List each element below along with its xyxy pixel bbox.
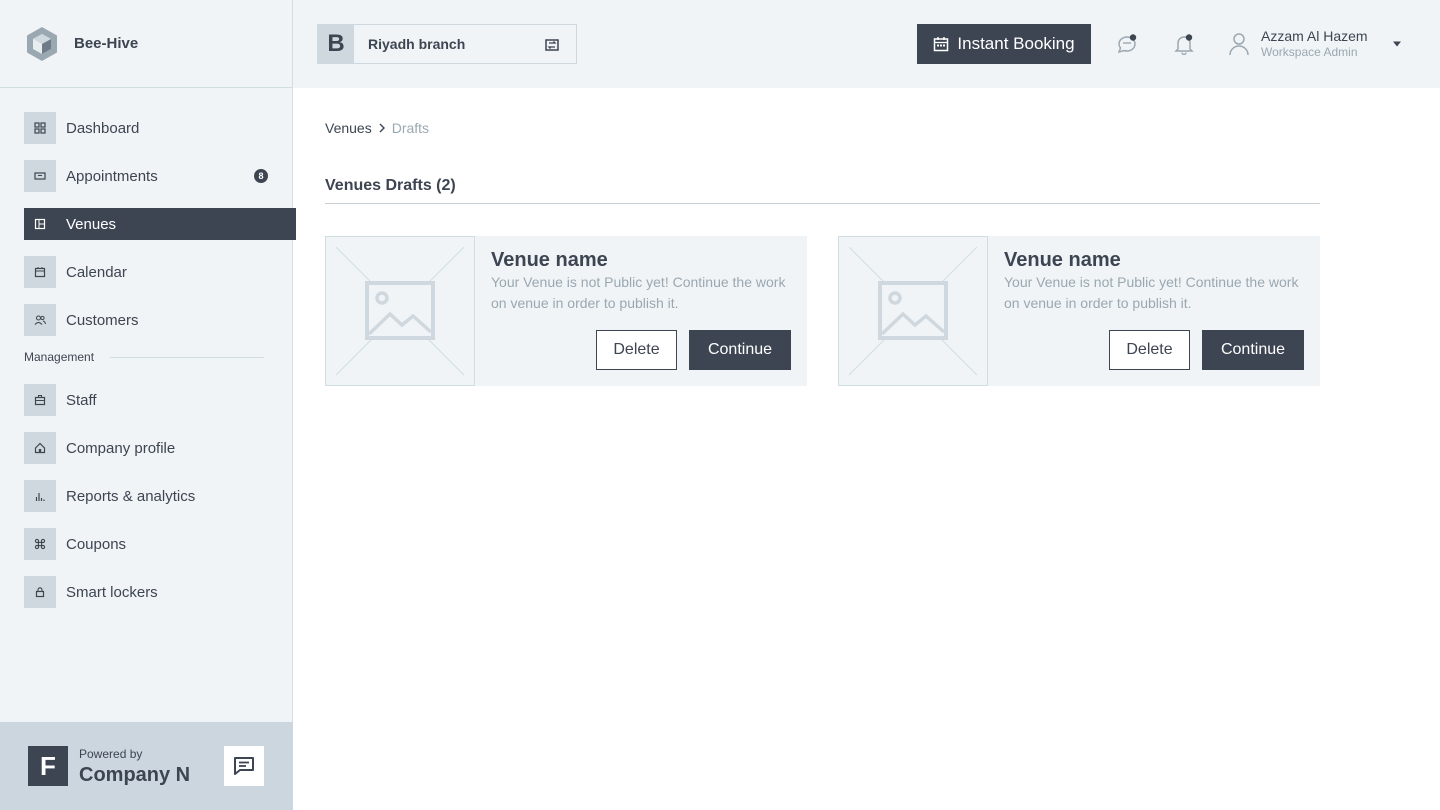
calendar-icon	[24, 256, 56, 288]
management-section-header: Management	[24, 348, 296, 366]
sidebar-nav: Dashboard Appointments 8 Venues Calendar	[24, 112, 296, 624]
grid-icon	[24, 112, 56, 144]
company-logo: F	[28, 746, 68, 786]
breadcrumb-current: Drafts	[391, 120, 430, 136]
notification-badge: 8	[254, 169, 268, 183]
brand-name: Bee-Hive	[74, 35, 139, 52]
chat-notification-icon[interactable]	[1116, 33, 1138, 55]
lock-icon	[24, 576, 56, 608]
delete-button[interactable]: Delete	[1109, 330, 1190, 370]
powered-by-footer: F Powered by Company N	[0, 722, 293, 810]
venue-image-placeholder	[325, 236, 475, 386]
section-label: Management	[24, 350, 95, 364]
image-placeholder-icon	[848, 246, 978, 376]
breadcrumb-venues-link[interactable]: Venues	[325, 120, 372, 136]
user-icon	[1229, 33, 1249, 56]
venue-name: Venue name	[1004, 249, 1121, 271]
sidebar: Bee-Hive Dashboard Appointments 8 Venues	[0, 0, 296, 810]
sidebar-item-venues[interactable]: Venues	[24, 208, 296, 240]
sidebar-item-label: Company profile	[66, 439, 176, 457]
switch-icon[interactable]	[544, 37, 560, 53]
venue-draft-card: Venue name Your Venue is not Public yet!…	[325, 236, 807, 386]
ticket-icon	[24, 160, 56, 192]
command-icon	[24, 528, 56, 560]
sidebar-item-label: Staff	[66, 391, 97, 409]
instant-booking-button[interactable]: Instant Booking	[917, 24, 1091, 64]
continue-button[interactable]: Continue	[1202, 330, 1304, 370]
building-icon	[24, 208, 56, 240]
sidebar-item-label: Appointments	[66, 167, 158, 185]
bar-chart-icon	[24, 480, 56, 512]
venue-draft-card: Venue name Your Venue is not Public yet!…	[838, 236, 1320, 386]
sidebar-item-reports[interactable]: Reports & analytics	[24, 480, 296, 512]
branch-avatar: B	[318, 25, 354, 63]
message-icon	[234, 757, 254, 775]
sidebar-item-label: Smart lockers	[66, 583, 158, 601]
branch-selector[interactable]: B Riyadh branch	[317, 24, 577, 64]
sidebar-item-label: Customers	[66, 311, 139, 329]
bell-icon[interactable]	[1173, 33, 1195, 55]
hexagon-logo-icon	[27, 26, 57, 61]
sidebar-item-label: Coupons	[66, 535, 127, 553]
chevron-down-icon	[1393, 41, 1401, 47]
top-bar: B Riyadh branch Instant Booking Azzam Al…	[293, 0, 1440, 88]
briefcase-icon	[24, 384, 56, 416]
sidebar-item-label: Dashboard	[66, 119, 140, 137]
chat-button[interactable]	[224, 746, 264, 786]
sidebar-item-coupons[interactable]: Coupons	[24, 528, 296, 560]
instant-booking-label: Instant Booking	[957, 34, 1075, 53]
calendar-icon	[934, 37, 949, 52]
delete-button[interactable]: Delete	[596, 330, 677, 370]
sidebar-item-label: Venues	[66, 215, 117, 233]
powered-by-label: Powered by	[79, 747, 143, 761]
venue-name: Venue name	[491, 249, 608, 271]
user-menu[interactable]: Azzam Al Hazem Workspace Admin	[1229, 28, 1409, 62]
sidebar-item-company-profile[interactable]: Company profile	[24, 432, 296, 464]
venue-draft-description: Your Venue is not Public yet! Continue t…	[491, 274, 786, 311]
sidebar-item-label: Calendar	[66, 263, 127, 281]
continue-button[interactable]: Continue	[689, 330, 791, 370]
venue-image-placeholder	[838, 236, 988, 386]
branch-name: Riyadh branch	[368, 36, 466, 52]
brand[interactable]: Bee-Hive	[0, 0, 292, 88]
sidebar-item-label: Reports & analytics	[66, 487, 196, 505]
sidebar-item-staff[interactable]: Staff	[24, 384, 296, 416]
image-placeholder-icon	[335, 246, 465, 376]
home-icon	[24, 432, 56, 464]
users-icon	[24, 304, 56, 336]
company-name: Company N	[79, 764, 191, 786]
sidebar-item-appointments[interactable]: Appointments 8	[24, 160, 296, 192]
sidebar-item-calendar[interactable]: Calendar	[24, 256, 296, 288]
breadcrumb: Venues Drafts	[325, 120, 429, 136]
sidebar-item-customers[interactable]: Customers	[24, 304, 296, 336]
section-divider	[110, 356, 265, 358]
venue-draft-description: Your Venue is not Public yet! Continue t…	[1004, 274, 1299, 311]
user-role: Workspace Admin	[1261, 45, 1358, 59]
user-name: Azzam Al Hazem	[1261, 28, 1368, 44]
heading-divider	[325, 203, 1320, 204]
sidebar-item-dashboard[interactable]: Dashboard	[24, 112, 296, 144]
sidebar-item-smart-lockers[interactable]: Smart lockers	[24, 576, 296, 608]
chevron-right-icon	[378, 122, 386, 134]
page-title: Venues Drafts (2)	[325, 177, 456, 194]
